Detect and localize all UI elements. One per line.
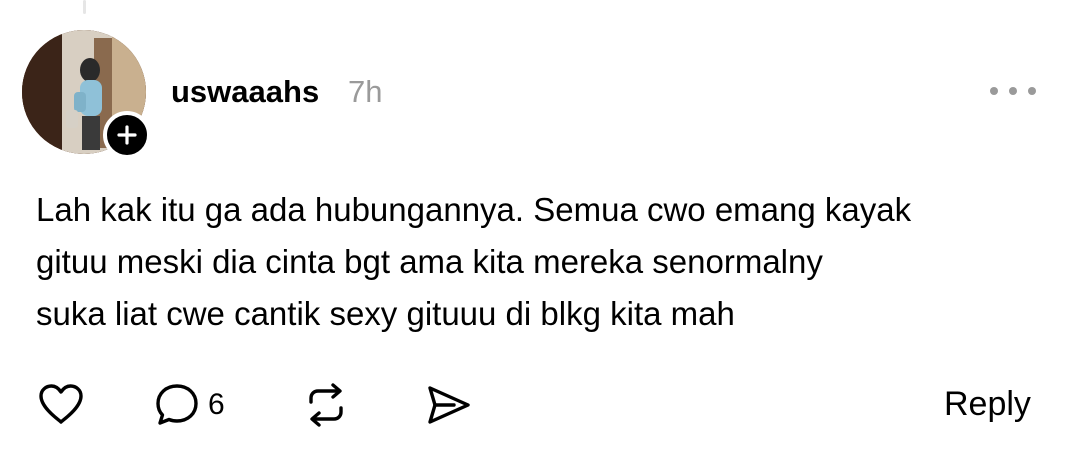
action-bar: 6 Reply bbox=[0, 376, 1079, 432]
repost-button[interactable] bbox=[303, 382, 349, 428]
author-username[interactable]: uswaaahs bbox=[171, 72, 319, 112]
more-dot-icon bbox=[1009, 87, 1017, 95]
comment-bubble-icon bbox=[156, 384, 198, 425]
comment-count: 6 bbox=[208, 388, 225, 421]
reply-button[interactable]: Reply bbox=[944, 380, 1031, 428]
share-button[interactable] bbox=[424, 382, 472, 428]
post-text-line: Lah kak itu ga ada hubungannya. Semua cw… bbox=[36, 191, 912, 228]
like-button[interactable] bbox=[37, 382, 85, 426]
post-body: Lah kak itu ga ada hubungannya. Semua cw… bbox=[36, 184, 1046, 340]
comment-button[interactable]: 6 bbox=[154, 382, 225, 428]
follow-button[interactable] bbox=[103, 111, 151, 159]
heart-icon bbox=[39, 384, 83, 424]
plus-icon bbox=[117, 125, 137, 145]
post-text-line: gituu meski dia cinta bgt ama kita merek… bbox=[36, 243, 823, 280]
repost-icon bbox=[309, 383, 343, 427]
send-icon bbox=[428, 386, 470, 424]
more-dot-icon bbox=[1028, 87, 1036, 95]
more-options-button[interactable] bbox=[990, 80, 1036, 102]
thread-connector-line bbox=[83, 0, 86, 14]
more-dot-icon bbox=[990, 87, 998, 95]
post-timestamp: 7h bbox=[348, 74, 383, 109]
post-text-line: suka liat cwe cantik sexy gituuu di blkg… bbox=[36, 295, 735, 332]
